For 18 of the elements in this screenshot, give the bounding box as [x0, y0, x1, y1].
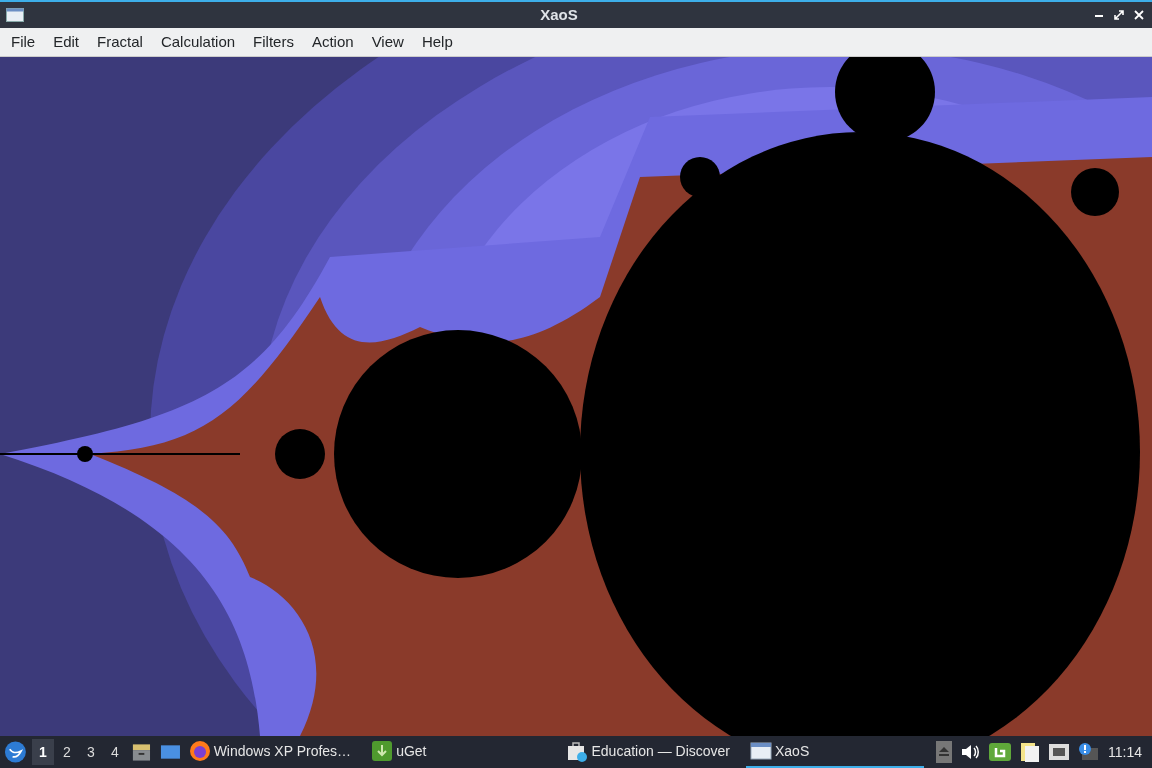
menu-item[interactable]: File: [2, 28, 45, 56]
taskbar-button[interactable]: Education — Discover: [562, 736, 734, 768]
workspace-button[interactable]: 3: [79, 739, 102, 765]
menu-item[interactable]: Help: [412, 28, 462, 56]
taskbar-button[interactable]: Windows XP Profes…: [184, 736, 356, 768]
window-title: XaoS: [540, 4, 578, 25]
menu-item[interactable]: View: [362, 28, 413, 56]
clock[interactable]: 11:14: [1108, 741, 1142, 763]
menu-item[interactable]: Calculation: [151, 28, 245, 56]
taskbar-button[interactable]: XaoS: [746, 736, 924, 768]
menu-item[interactable]: Action: [302, 28, 363, 56]
menu-item[interactable]: Filters: [244, 28, 303, 56]
menu-item[interactable]: Edit: [44, 28, 89, 56]
workspace-button[interactable]: 4: [103, 739, 126, 765]
taskbar-button[interactable]: uGet: [367, 736, 431, 768]
workspace-button[interactable]: 1: [31, 739, 54, 765]
menu-item[interactable]: Fractal: [88, 28, 152, 56]
workspace-button[interactable]: 2: [55, 739, 78, 765]
